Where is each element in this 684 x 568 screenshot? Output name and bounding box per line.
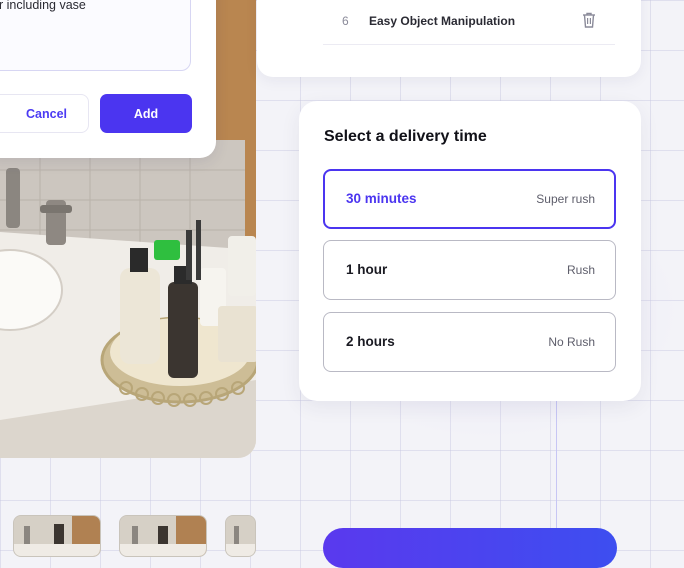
option-sublabel: No Rush xyxy=(548,335,595,349)
list-item: 6 Easy Object Manipulation xyxy=(323,0,615,45)
delivery-option-1-hour[interactable]: 1 hour Rush xyxy=(323,240,616,300)
thumbnail-1[interactable] xyxy=(13,515,101,557)
guide-line xyxy=(556,400,557,530)
submit-button[interactable] xyxy=(323,528,617,568)
delivery-time-card: Select a delivery time 30 minutes Super … xyxy=(299,101,641,401)
option-sublabel: Super rush xyxy=(536,192,595,206)
thumbnail-3[interactable] xyxy=(225,515,256,557)
delivery-option-2-hours[interactable]: 2 hours No Rush xyxy=(323,312,616,372)
cancel-button[interactable]: Cancel xyxy=(0,94,89,133)
list-item-number: 6 xyxy=(342,14,349,28)
description-text: r including vase xyxy=(0,0,86,12)
thumbnail-2[interactable] xyxy=(119,515,207,557)
delivery-option-30-minutes[interactable]: 30 minutes Super rush xyxy=(323,169,616,229)
option-sublabel: Rush xyxy=(566,263,595,277)
add-button[interactable]: Add xyxy=(100,94,192,133)
objects-list-card: 6 Easy Object Manipulation xyxy=(257,0,641,77)
option-label: 1 hour xyxy=(346,262,388,277)
add-object-dialog: r including vase Cancel Add xyxy=(0,0,216,158)
delivery-title: Select a delivery time xyxy=(324,128,487,145)
trash-icon[interactable] xyxy=(582,12,596,28)
option-label: 30 minutes xyxy=(346,191,417,206)
option-label: 2 hours xyxy=(346,334,395,349)
list-item-label: Easy Object Manipulation xyxy=(369,14,516,28)
description-textarea[interactable]: r including vase xyxy=(0,0,191,71)
